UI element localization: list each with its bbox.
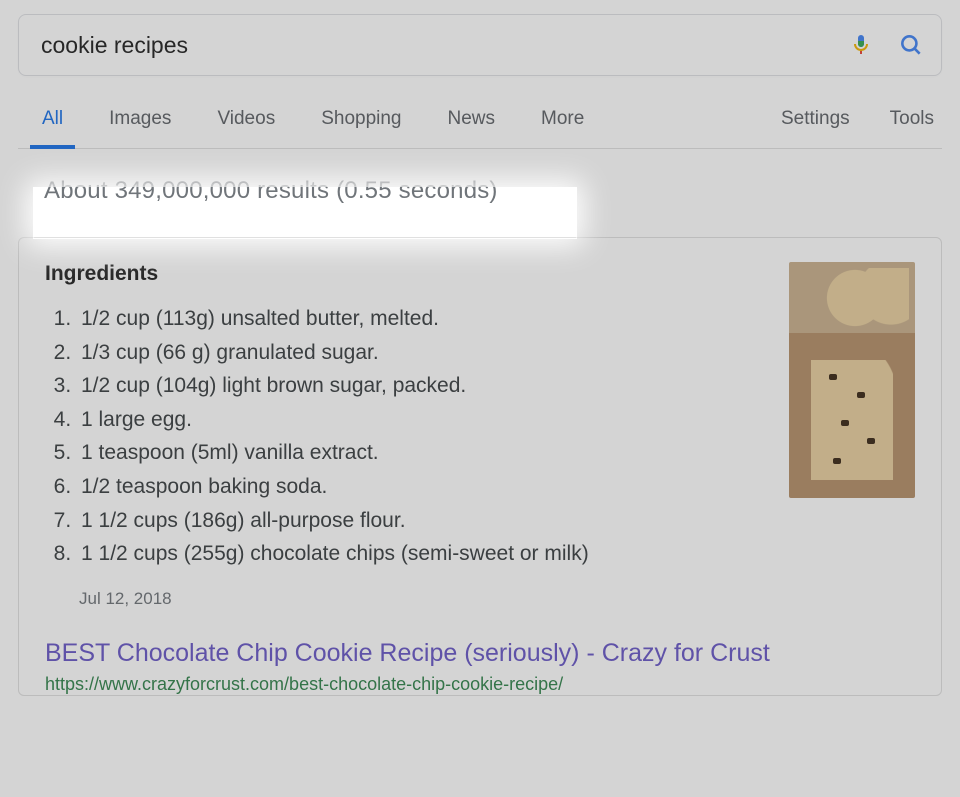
list-item: 1/2 cup (113g) unsalted butter, melted. <box>77 302 771 336</box>
tab-news[interactable]: News <box>446 98 498 148</box>
results-count: About 349,000,000 results (0.55 seconds) <box>40 171 510 215</box>
snippet-title-link[interactable]: BEST Chocolate Chip Cookie Recipe (serio… <box>45 639 771 668</box>
list-item: 1/2 cup (104g) light brown sugar, packed… <box>77 369 771 403</box>
search-icon[interactable] <box>897 31 925 59</box>
snippet-date: Jul 12, 2018 <box>79 589 771 609</box>
list-item: 1/2 teaspoon baking soda. <box>77 470 771 504</box>
tools-link[interactable]: Tools <box>888 98 936 148</box>
tab-shopping[interactable]: Shopping <box>319 98 403 148</box>
snippet-heading: Ingredients <box>45 262 771 286</box>
list-item: 1 1/2 cups (255g) chocolate chips (semi-… <box>77 537 771 571</box>
settings-link[interactable]: Settings <box>779 98 852 148</box>
featured-snippet: Ingredients 1/2 cup (113g) unsalted butt… <box>18 237 942 696</box>
search-tabs: All Images Videos Shopping News More Set… <box>18 98 942 149</box>
tab-more[interactable]: More <box>539 98 586 148</box>
tab-all[interactable]: All <box>40 98 65 148</box>
tab-videos[interactable]: Videos <box>215 98 277 148</box>
search-box[interactable] <box>18 14 942 76</box>
list-item: 1 large egg. <box>77 403 771 437</box>
tab-images[interactable]: Images <box>107 98 173 148</box>
search-input[interactable] <box>39 31 847 60</box>
snippet-thumbnail[interactable] <box>789 262 915 498</box>
microphone-icon[interactable] <box>847 31 875 59</box>
list-item: 1 1/2 cups (186g) all-purpose flour. <box>77 504 771 538</box>
snippet-url: https://www.crazyforcrust.com/best-choco… <box>45 674 771 695</box>
search-results-page: All Images Videos Shopping News More Set… <box>0 0 960 797</box>
ingredients-list: 1/2 cup (113g) unsalted butter, melted. … <box>49 302 771 571</box>
list-item: 1/3 cup (66 g) granulated sugar. <box>77 336 771 370</box>
list-item: 1 teaspoon (5ml) vanilla extract. <box>77 436 771 470</box>
